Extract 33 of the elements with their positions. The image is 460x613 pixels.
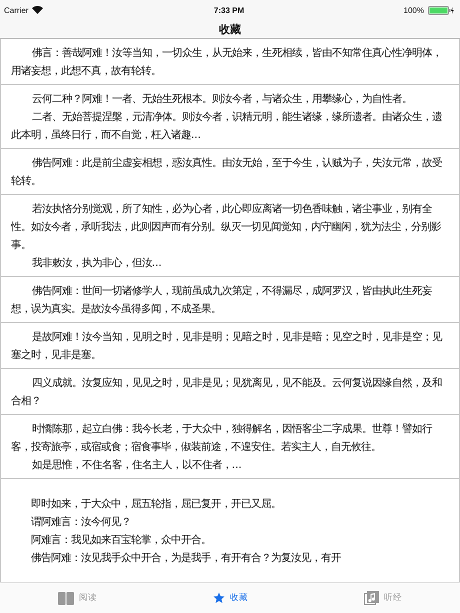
battery-icon [428, 6, 454, 14]
passage-text: 佛告阿难：世间一切诸修学人，现前虽成九次第定，不得漏尽，成阿罗汉，皆由执此生死妄想，误为真实。是故汝今虽得多闻，不成圣果。 [11, 284, 433, 317]
battery-percent: 100% [404, 6, 424, 14]
passage-text: 时憍陈那，起立白佛：我今长老，于大众中，独得解名，因悟客尘二字成果。世尊！譬如行客，投寄旅亭，或宿或食；宿食事毕，俶装前途，不遑安住。若实主人，自无攸往。 [11, 422, 434, 455]
passage-text: 如是思惟，不住名客，住名主人，以不住者，... [30, 458, 243, 473]
passage-text: 二者、无始菩提涅槃，元清净体。则汝今者，识精元明，能生诸缘，缘所遗者。由诸众生，遗此本明，虽终日行，而不自觉，枉入诸趣... [11, 110, 443, 143]
passage-text: 若汝执悋分别觉观，所了知性，必为心者，此心即应离诸一切色香味触，诸尘事业，别有全性。如汝今者，承听我法，此则因声而有分别。纵灭一切见闻觉知，内守幽闲，犹为法尘，分别影事。 [11, 202, 442, 253]
book-icon [58, 592, 74, 604]
favorite-card[interactable]: 佛言：善哉阿难！汝等当知，一切众生，从无始来，生死相续，皆由不知常住真心性净明体，用诸妄想，此想不真，故有轮转。 [0, 39, 460, 85]
passage-text: 佛告阿难：此是前尘虚妄相想，惑汝真性。由汝无始，至于今生，认贼为子，失汝元常，故受轮转。 [11, 156, 443, 189]
favorite-card[interactable]: 佛告阿难：此是前尘虚妄相想，惑汝真性。由汝无始，至于今生，认贼为子，失汝元常，故受轮转。 [0, 149, 460, 195]
carrier-label: Carrier [4, 6, 28, 14]
time-label: 7:33 PM [214, 6, 244, 14]
wifi-icon [32, 6, 44, 14]
favorite-card[interactable]: 若汝执悋分别觉观，所了知性，必为心者，此心即应离诸一切色香味触，诸尘事业，别有全性。如汝今者，承听我法，此则因声而有分别。纵灭一切见闻觉知，内守幽闲，犹为法尘，分别影事。 我非敕汝，执为非心，但汝... [0, 195, 460, 277]
star-icon [213, 592, 225, 604]
music-note-icon [364, 591, 379, 605]
passage-text: 云何二种？阿难！一者、无始生死根本。则汝今者，与诸众生，用攀缘心，为自性者。 [30, 92, 413, 107]
passage-text: 四义成就。汝复应知，见见之时，见非是见；见犹离见，见不能及。云何复说因缘自然，及和合相？ [11, 376, 443, 409]
favorite-card[interactable]: 时憍陈那，起立白佛：我今长老，于大众中，独得解名，因悟客尘二字成果。世尊！譬如行客，投寄旅亭，或宿或食；宿食事毕，俶装前途，不遑安住。若实主人，自无攸往。 如是思惟，不住名客，住名主人，以不住者，... [0, 415, 460, 479]
passage-text: 是故阿难！汝今当知，见明之时，见非是明；见暗之时，见非是暗；见空之时，见非是空；见塞之时，见非是塞。 [11, 330, 444, 363]
passage-text: 阿难言：我见如来百宝轮掌，众中开合。 [31, 533, 212, 548]
passage-text: 佛告阿难：汝见我手众中开合，为是我手，有开有合？为复汝见，有开 [31, 551, 342, 566]
passage-text: 佛言：善哉阿难！汝等当知，一切众生，从无始来，生死相续，皆由不知常住真心性净明体，用诸妄想，此想不真，故有轮转。 [11, 46, 443, 79]
page-title: 收藏 [219, 22, 241, 36]
passage-text: 我非敕汝，执为非心，但汝... [30, 256, 163, 271]
tab-item[interactable]: 收藏 [205, 590, 256, 606]
favorite-card[interactable]: 四义成就。汝复应知，见见之时，见非是见；见犹离见，见不能及。云何复说因缘自然，及和合相？ [0, 369, 460, 415]
passage-text: 即时如来，于大众中，屈五轮指，屈已复开，开已又屈。 [31, 497, 282, 512]
favorite-card[interactable]: 云何二种？阿难！一者、无始生死根本。则汝今者，与诸众生，用攀缘心，为自性者。 二者、无始菩提涅槃，元清净体。则汝今者，识精元明，能生诸缘，缘所遗者。由诸众生，遗此本明，虽终日行，而不自觉，枉入诸趣... [0, 85, 460, 149]
favorite-card[interactable]: 佛告阿难：世间一切诸修学人，现前虽成九次第定，不得漏尽，成阿罗汉，皆由执此生死妄想，误为真实。是故汝今虽得多闻，不成圣果。 [0, 277, 460, 323]
passage-text: 谓阿难言：汝今何见？ [31, 515, 132, 530]
favorite-card[interactable]: 是故阿难！汝今当知，见明之时，见非是明；见暗之时，见非是暗；见空之时，见非是空；见塞之时，见非是塞。 [0, 323, 460, 369]
